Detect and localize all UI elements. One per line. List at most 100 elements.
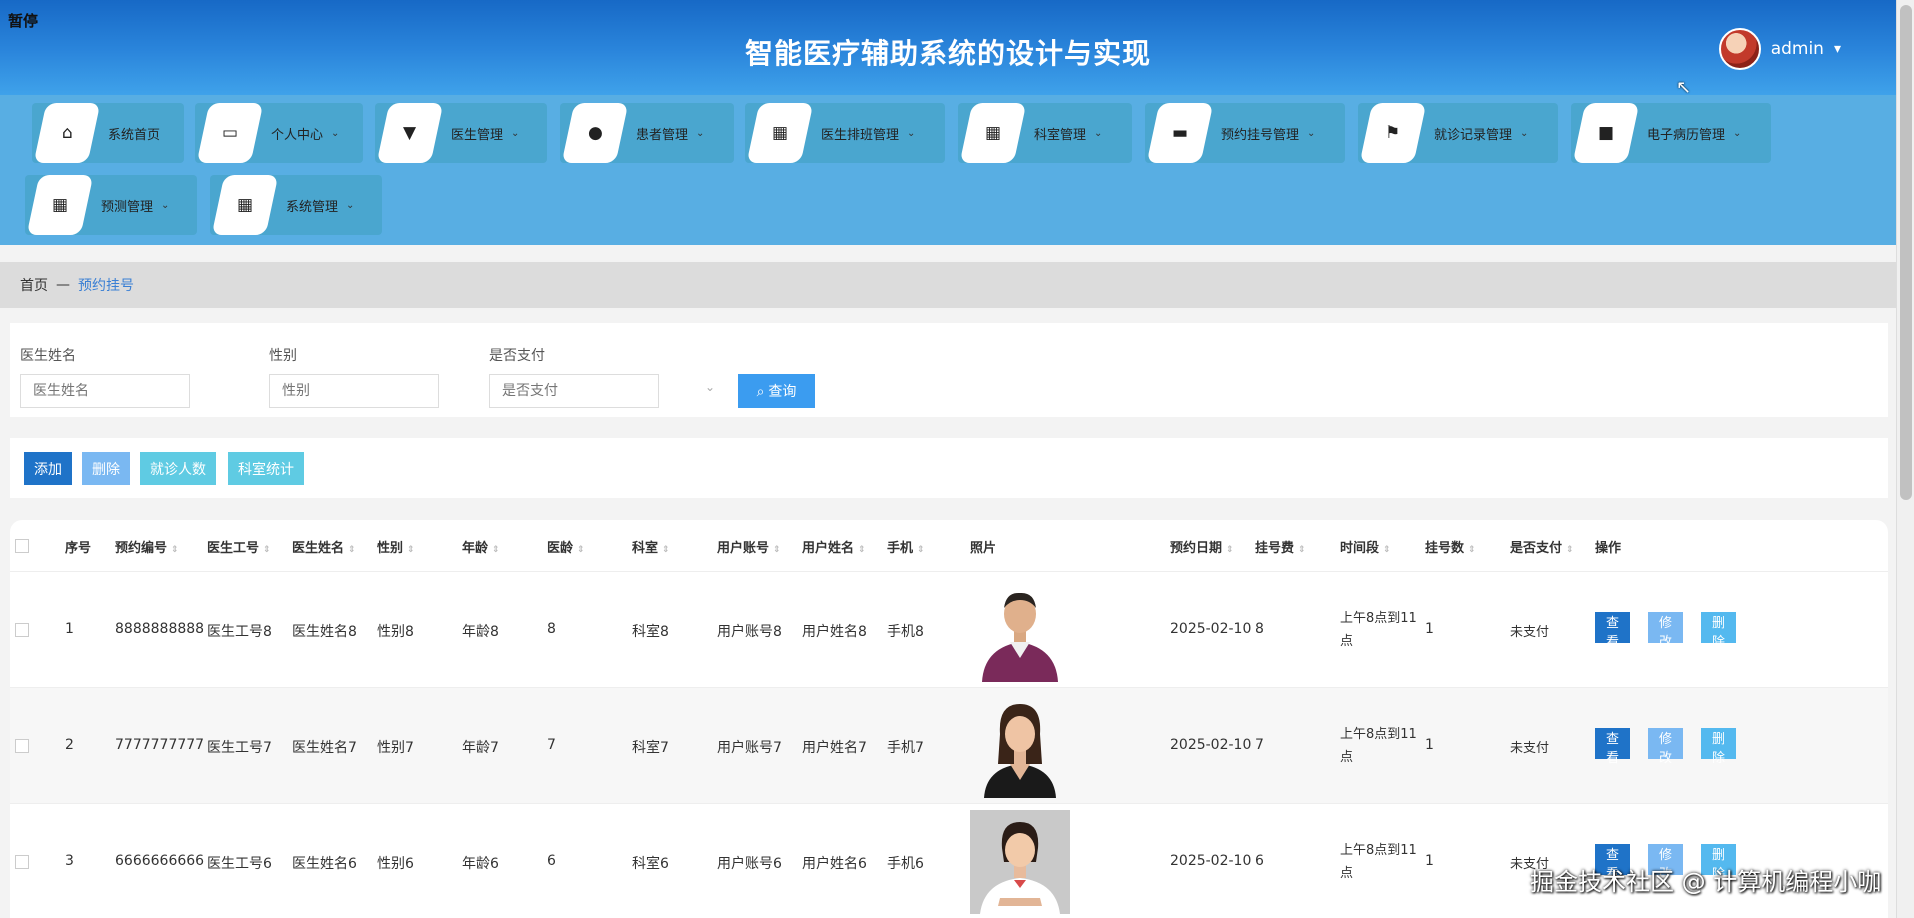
- row-checkbox[interactable]: [15, 739, 29, 753]
- cell-fee: 7: [1255, 737, 1264, 753]
- cell-years: 7: [547, 737, 556, 753]
- col-age[interactable]: 年龄 ⇕: [462, 537, 500, 556]
- page-scrollbar[interactable]: [1896, 0, 1914, 918]
- cell-age: 年龄6: [462, 856, 499, 872]
- chevron-down-icon: ⌄: [1094, 127, 1103, 139]
- visit-count-button[interactable]: 就诊人数: [140, 452, 216, 485]
- col-account[interactable]: 用户账号 ⇕: [717, 537, 781, 556]
- delete-button[interactable]: 删除: [1701, 728, 1737, 765]
- cell-account: 用户账号6: [717, 856, 782, 872]
- gender-input[interactable]: [269, 374, 439, 408]
- nav-item-personal[interactable]: ▭ 个人中心 ⌄: [195, 103, 363, 163]
- home-icon: ⌂: [33, 103, 101, 163]
- row-checkbox[interactable]: [15, 623, 29, 637]
- cell-gender: 性别7: [377, 740, 414, 756]
- doctor-photo: [970, 578, 1070, 682]
- sort-icon: ⇕: [348, 545, 356, 555]
- nav-label: 科室管理: [1034, 127, 1087, 143]
- col-appt-no[interactable]: 预约编号 ⇕: [115, 537, 179, 556]
- add-button[interactable]: 添加: [24, 452, 72, 485]
- col-date[interactable]: 预约日期 ⇕: [1170, 537, 1234, 556]
- username[interactable]: admin: [1771, 39, 1824, 59]
- nav-label: 医生管理: [451, 127, 504, 143]
- nav-item-home[interactable]: ⌂ 系统首页: [32, 103, 184, 163]
- nav-label: 预约挂号管理: [1221, 127, 1300, 143]
- cell-count: 1: [1425, 737, 1434, 753]
- cell-user-name: 用户姓名8: [802, 624, 867, 640]
- col-count[interactable]: 挂号数 ⇕: [1425, 537, 1476, 556]
- avatar[interactable]: [1718, 28, 1761, 70]
- gender-label: 性别: [269, 348, 297, 364]
- breadcrumb-home[interactable]: 首页: [20, 275, 48, 295]
- chevron-down-icon: ⌄: [511, 127, 520, 139]
- nav-item-visit-records[interactable]: ⚑ 就诊记录管理 ⌄: [1358, 103, 1558, 163]
- cell-period: 上午8点到11点: [1340, 843, 1417, 881]
- nav-item-patients[interactable]: ● 患者管理 ⌄: [560, 103, 734, 163]
- nav-item-doctors[interactable]: ▼ 医生管理 ⌄: [375, 103, 547, 163]
- cell-dept: 科室6: [632, 856, 669, 872]
- caret-down-icon[interactable]: ▾: [1834, 41, 1841, 57]
- dept-stats-button[interactable]: 科室统计: [228, 452, 304, 485]
- view-button[interactable]: 查看: [1595, 728, 1631, 765]
- batch-delete-button[interactable]: 删除: [82, 452, 130, 485]
- row-checkbox[interactable]: [15, 855, 29, 869]
- col-doctor-name[interactable]: 医生姓名 ⇕: [292, 537, 356, 556]
- delete-button[interactable]: 删除: [1701, 612, 1737, 649]
- col-phone[interactable]: 手机 ⇕: [887, 537, 925, 556]
- nav-label: 系统首页: [108, 127, 161, 143]
- nav-item-schedule[interactable]: ▦ 医生排班管理 ⌄: [745, 103, 945, 163]
- nav-item-departments[interactable]: ▦ 科室管理 ⌄: [958, 103, 1132, 163]
- cell-date: 2025-02-10: [1170, 853, 1252, 869]
- flag-icon: ⚑: [1359, 103, 1427, 163]
- user-menu[interactable]: admin ▾: [1718, 28, 1841, 70]
- col-user-name[interactable]: 用户姓名 ⇕: [802, 537, 866, 556]
- cell-doctor-id: 医生工号8: [207, 624, 272, 640]
- nav-item-appointments[interactable]: ▬ 预约挂号管理 ⌄: [1145, 103, 1345, 163]
- cell-dept: 科室8: [632, 624, 669, 640]
- monitor-icon: ■: [1572, 103, 1640, 163]
- sort-icon: ⇕: [577, 545, 585, 555]
- cell-appt-no: 6666666666: [115, 853, 205, 869]
- nav-item-emr[interactable]: ■ 电子病历管理 ⌄: [1571, 103, 1771, 163]
- edit-button[interactable]: 修改: [1648, 612, 1684, 649]
- col-doctor-id[interactable]: 医生工号 ⇕: [207, 537, 271, 556]
- query-label: 查询: [768, 383, 797, 399]
- select-all-checkbox[interactable]: [15, 539, 29, 553]
- search-panel: 医生姓名 性别 是否支付 ⌄ ⌕ 查询: [10, 323, 1888, 417]
- sort-icon: ⇕: [492, 545, 500, 555]
- cell-doctor-name: 医生姓名7: [292, 740, 357, 756]
- col-actions: 操作: [1595, 541, 1622, 556]
- col-period[interactable]: 时间段 ⇕: [1340, 537, 1391, 556]
- col-paid[interactable]: 是否支付 ⇕: [1510, 537, 1574, 556]
- cell-dept: 科室7: [632, 740, 669, 756]
- cell-phone: 手机8: [887, 624, 924, 640]
- nav-item-system[interactable]: ▦ 系统管理 ⌄: [210, 175, 382, 235]
- doctor-name-input[interactable]: [20, 374, 190, 408]
- table-header: 序号 预约编号 ⇕ 医生工号 ⇕ 医生姓名 ⇕ 性别 ⇕ 年龄 ⇕ 医龄 ⇕ 科室 ⇕ 用户账…: [10, 520, 1888, 572]
- scrollbar-thumb[interactable]: [1900, 5, 1912, 500]
- grid-icon: ▦: [959, 103, 1027, 163]
- nav-label: 患者管理: [636, 127, 689, 143]
- nav-label: 个人中心: [271, 127, 324, 143]
- paid-select[interactable]: [489, 374, 659, 408]
- chevron-down-icon: ⌄: [696, 127, 705, 139]
- chevron-down-icon[interactable]: ⌄: [705, 380, 715, 394]
- cell-count: 1: [1425, 621, 1434, 637]
- nav-item-prediction[interactable]: ▦ 预测管理 ⌄: [25, 175, 197, 235]
- cell-date: 2025-02-10: [1170, 737, 1252, 753]
- chevron-down-icon: ⌄: [1307, 127, 1316, 139]
- doctor-name-label: 医生姓名: [20, 348, 76, 364]
- col-dept[interactable]: 科室 ⇕: [632, 537, 670, 556]
- col-fee[interactable]: 挂号费 ⇕: [1255, 537, 1306, 556]
- sort-icon: ⇕: [263, 545, 271, 555]
- col-gender[interactable]: 性别 ⇕: [377, 537, 415, 556]
- nav-label: 预测管理: [101, 199, 154, 215]
- cell-fee: 8: [1255, 621, 1264, 637]
- col-years[interactable]: 医龄 ⇕: [547, 537, 585, 556]
- query-button[interactable]: ⌕ 查询: [738, 374, 815, 408]
- sort-icon: ⇕: [1566, 545, 1574, 555]
- edit-button[interactable]: 修改: [1648, 728, 1684, 765]
- action-bar: 添加 删除 就诊人数 科室统计: [10, 438, 1888, 498]
- chevron-down-icon: ⌄: [161, 199, 170, 211]
- view-button[interactable]: 查看: [1595, 612, 1631, 649]
